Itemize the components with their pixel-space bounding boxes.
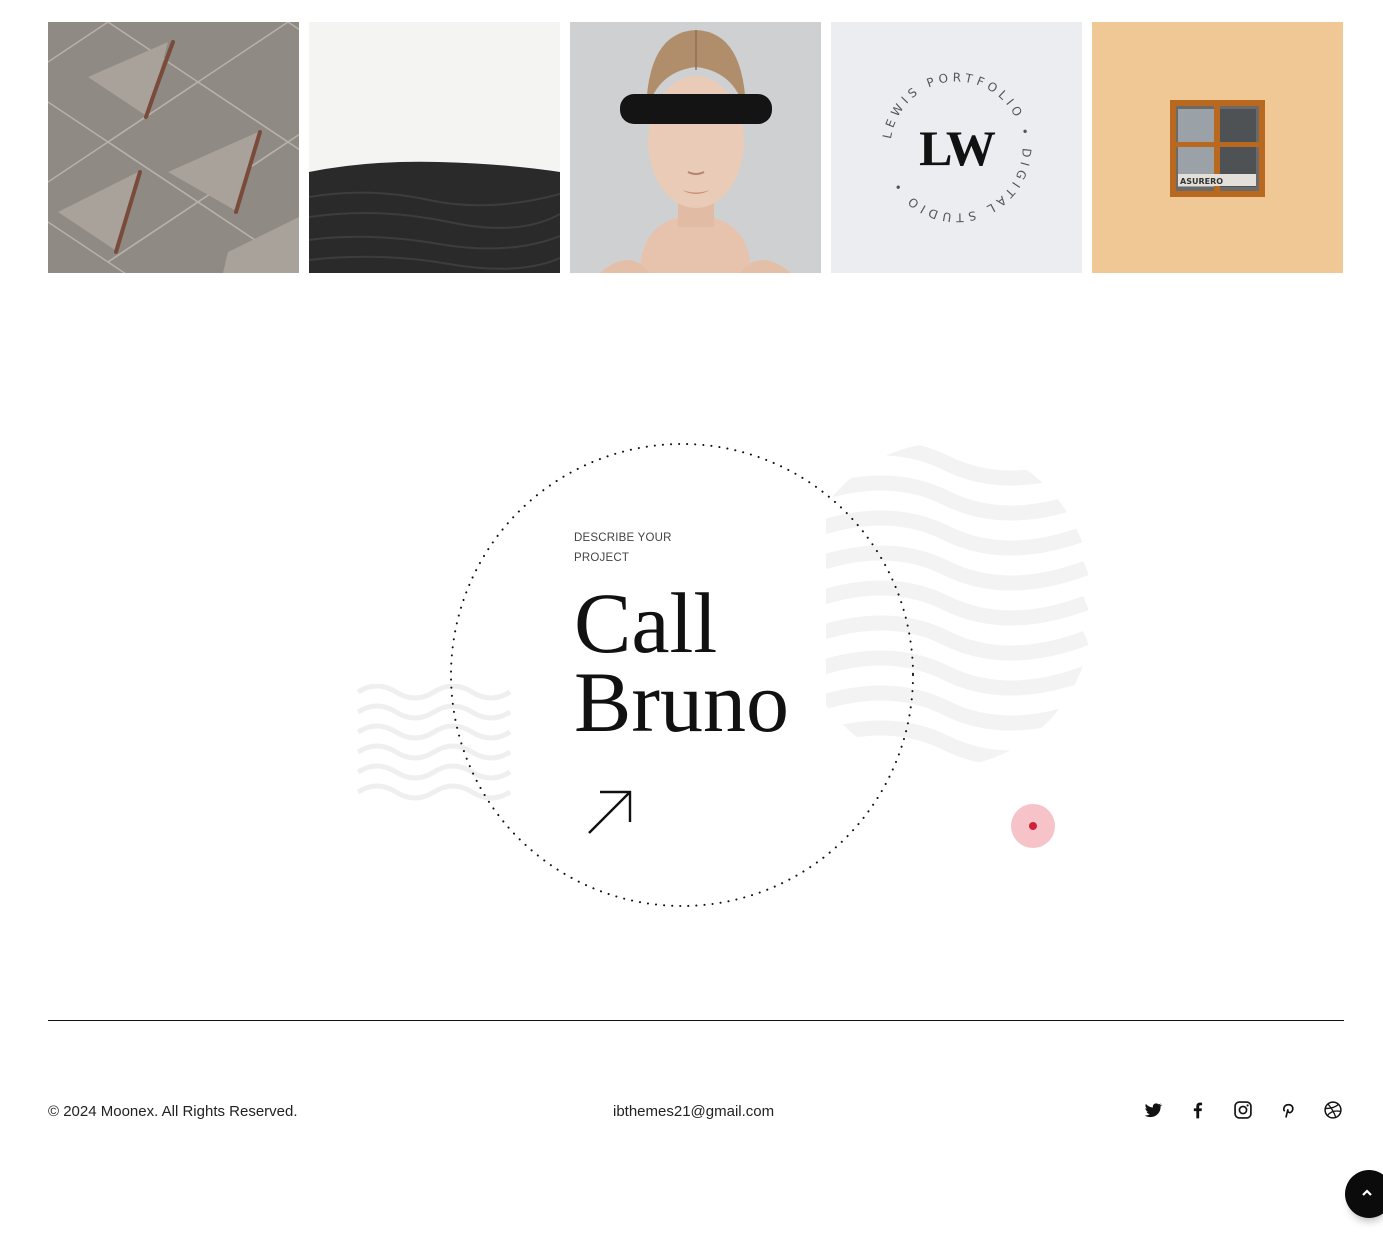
gallery-item-envelopes[interactable]	[48, 22, 299, 273]
cta-title-link[interactable]: Call Bruno	[574, 575, 789, 750]
cursor-dot-center	[1029, 822, 1037, 830]
facebook-icon	[1193, 1102, 1202, 1119]
envelopes-image	[48, 22, 299, 273]
facebook-link[interactable]	[1187, 1098, 1208, 1122]
page: LEWIS PORTFOLIO • DIGITAL STUDIO • LW AS…	[0, 0, 1383, 1233]
pinterest-link[interactable]	[1277, 1098, 1298, 1122]
dribbble-link[interactable]	[1322, 1098, 1343, 1122]
pinterest-icon	[1282, 1103, 1294, 1118]
copyright-text: © 2024 Moonex. All Rights Reserved.	[48, 1103, 298, 1120]
cta-title-line1: Call	[574, 575, 718, 671]
instagram-icon	[1233, 1101, 1252, 1119]
cursor-dot	[1011, 804, 1055, 848]
gallery-item-logo[interactable]: LEWIS PORTFOLIO • DIGITAL STUDIO • LW	[831, 22, 1082, 273]
logo-initials: LW	[919, 119, 996, 176]
chevron-up-icon	[1362, 1189, 1372, 1196]
window-image: ASURERO	[1092, 22, 1343, 273]
social-links	[1142, 1098, 1343, 1122]
gallery-item-visor[interactable]	[570, 22, 821, 273]
cta-eyebrow: DESCRIBE YOUR PROJECT	[574, 532, 672, 564]
email-link[interactable]: ibthemes21@gmail.com	[613, 1103, 774, 1120]
arrow-up-right-icon[interactable]	[586, 788, 634, 836]
contact-cta-section: DESCRIBE YOUR PROJECT Call Bruno	[0, 300, 1383, 1000]
portfolio-gallery: LEWIS PORTFOLIO • DIGITAL STUDIO • LW AS…	[48, 22, 1344, 273]
dribbble-icon	[1323, 1101, 1342, 1119]
cta-title-line2: Bruno	[574, 654, 789, 750]
visor-woman-image	[570, 22, 821, 273]
footer-divider	[48, 1020, 1344, 1021]
twitter-link[interactable]	[1142, 1098, 1163, 1122]
gallery-item-dune[interactable]	[309, 22, 560, 273]
instagram-link[interactable]	[1232, 1098, 1253, 1122]
svg-text:ASURERO: ASURERO	[1180, 177, 1223, 186]
scroll-to-top-button[interactable]	[1345, 1170, 1383, 1218]
gallery-item-window[interactable]: ASURERO	[1092, 22, 1343, 273]
twitter-icon	[1144, 1103, 1162, 1118]
dune-image	[309, 22, 560, 273]
